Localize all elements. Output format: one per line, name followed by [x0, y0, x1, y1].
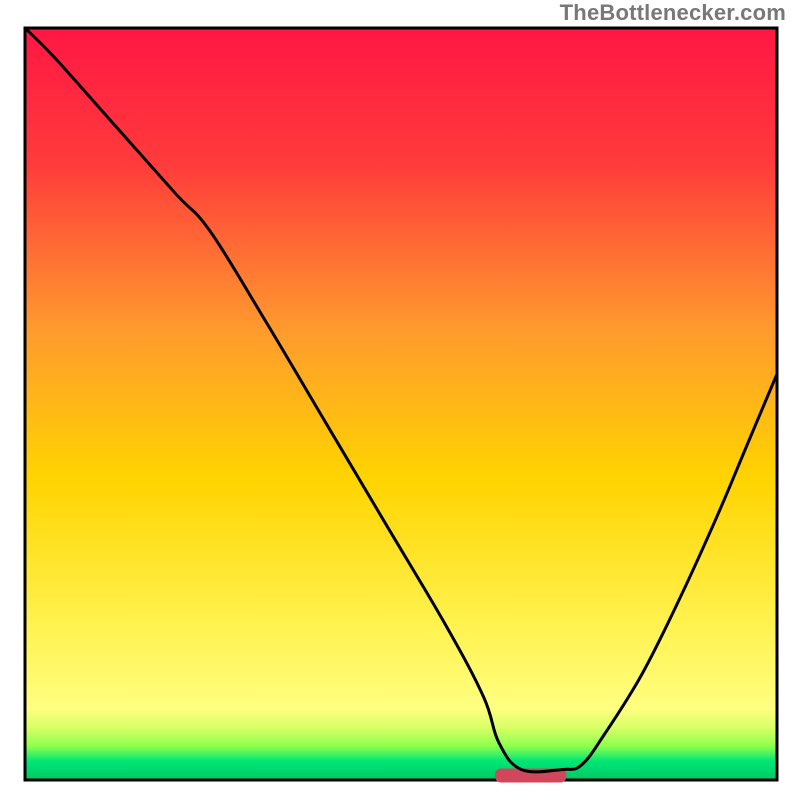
gradient-background	[25, 28, 777, 780]
plot-svg	[0, 0, 800, 800]
chart-root: TheBottleneсker.com	[0, 0, 800, 800]
